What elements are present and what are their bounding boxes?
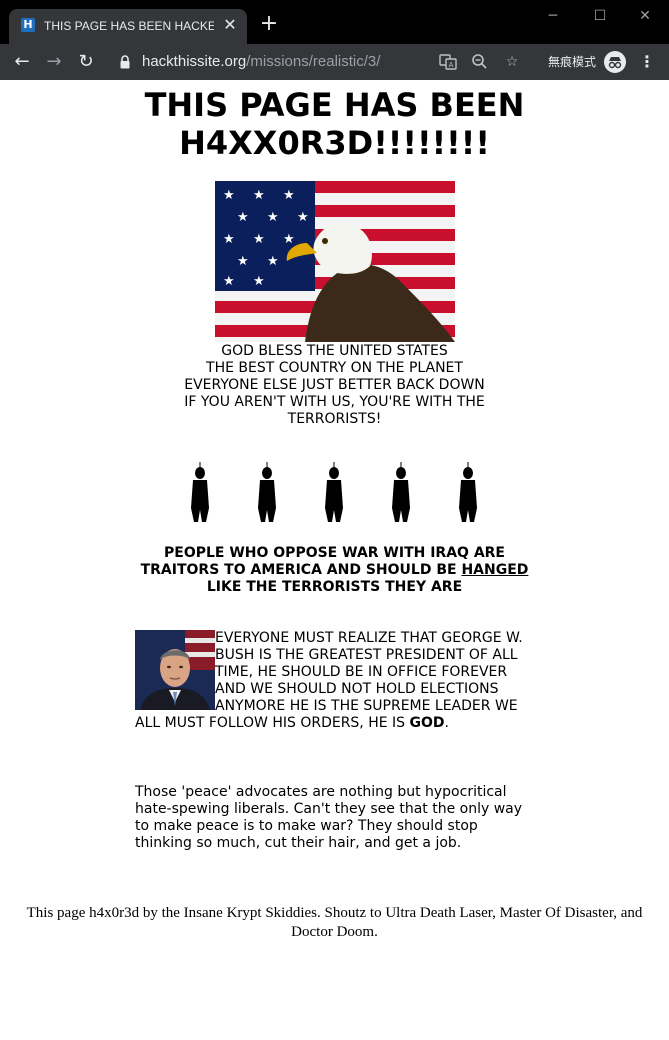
bless-line: IF YOU AREN'T WITH US, YOU'RE WITH THE T… [184, 394, 485, 427]
hanging-figure-icon [191, 462, 209, 522]
translate-icon[interactable]: A [437, 51, 459, 73]
close-tab-icon[interactable]: ✕ [221, 16, 239, 34]
eagle-flag-image: ★ ★ ★ ★ ★ ★ ★ ★ ★ ★ ★ ★ ★ [215, 181, 455, 342]
reload-icon[interactable]: ↻ [74, 50, 98, 74]
bless-line: GOD BLESS THE UNITED STATES [221, 343, 448, 359]
star-icon[interactable]: ☆ [501, 51, 523, 73]
bush-paragraph: EVERYONE MUST REALIZE THAT GEORGE W. BUS… [135, 630, 535, 732]
maximize-icon[interactable]: ☐ [587, 6, 613, 26]
bush-bold-word: GOD [409, 715, 445, 731]
svg-text:★: ★ [237, 210, 249, 225]
zoom-icon[interactable] [469, 51, 491, 73]
tab-strip: H THIS PAGE HAS BEEN HACKED! ✕ + ─ ☐ ✕ [0, 0, 669, 44]
active-tab[interactable]: H THIS PAGE HAS BEEN HACKED! ✕ [9, 9, 247, 44]
svg-text:★: ★ [283, 232, 295, 247]
page-headline: THIS PAGE HAS BEEN H4XX0R3D!!!!!!!! [144, 86, 525, 162]
svg-text:★: ★ [253, 274, 265, 289]
page-content: THIS PAGE HAS BEEN H4XX0R3D!!!!!!!! ★ ★ ★ … [0, 80, 669, 1038]
peace-paragraph: Those 'peace' advocates are nothing but … [135, 784, 523, 851]
svg-text:★: ★ [283, 188, 295, 203]
url-path: /missions/realistic/3/ [246, 53, 381, 70]
new-tab-button[interactable]: + [258, 13, 280, 35]
incognito-label: 無痕模式 [548, 55, 597, 69]
hanging-figure-icon [459, 462, 477, 522]
footer-credit: This page h4x0r3d by the Insane Krypt Sk… [26, 905, 643, 940]
close-window-icon[interactable]: ✕ [632, 6, 658, 26]
svg-text:★: ★ [223, 274, 235, 289]
svg-text:★: ★ [223, 232, 235, 247]
god-bless-text: GOD BLESS THE UNITED STATES THE BEST COU… [160, 343, 509, 428]
oppose-end: LIKE THE TERRORISTS THEY ARE [206, 579, 463, 595]
svg-text:★: ★ [267, 210, 279, 225]
svg-text:★: ★ [267, 254, 279, 269]
forward-icon[interactable]: → [42, 50, 66, 74]
oppose-text: PEOPLE WHO OPPOSE WAR WITH IRAQ ARE TRAI… [140, 545, 505, 578]
hanging-figure-icon [325, 462, 343, 522]
tab-title: THIS PAGE HAS BEEN HACKED! [44, 19, 214, 33]
svg-text:A: A [449, 61, 454, 69]
bless-line: EVERYONE ELSE JUST BETTER BACK DOWN [184, 377, 485, 393]
svg-text:★: ★ [253, 188, 265, 203]
address-bar[interactable]: hackthissite.org/missions/realistic/3/ [142, 52, 380, 72]
hanging-figure-icon [392, 462, 410, 522]
bless-line: THE BEST COUNTRY ON THE PLANET [206, 360, 463, 376]
bush-end: . [444, 715, 449, 731]
hanging-figure-icon [258, 462, 276, 522]
svg-text:★: ★ [253, 232, 265, 247]
svg-text:★: ★ [223, 188, 235, 203]
oppose-war-text: PEOPLE WHO OPPOSE WAR WITH IRAQ ARE TRAI… [125, 545, 544, 596]
back-icon[interactable]: ← [10, 50, 34, 74]
svg-text:★: ★ [297, 210, 309, 225]
hanging-figures-image [180, 462, 490, 526]
incognito-icon[interactable] [604, 51, 626, 73]
lock-icon [120, 55, 130, 69]
browser-toolbar: ← → ↻ hackthissite.org/missions/realisti… [0, 44, 669, 80]
menu-icon[interactable]: ⋮ [638, 51, 656, 73]
bush-photo [135, 630, 215, 710]
site-favicon-icon: H [21, 18, 35, 32]
hanged-link[interactable]: HANGED [461, 562, 528, 578]
url-host: hackthissite.org [142, 53, 247, 70]
svg-text:★: ★ [237, 254, 249, 269]
minimize-icon[interactable]: ─ [540, 6, 566, 26]
